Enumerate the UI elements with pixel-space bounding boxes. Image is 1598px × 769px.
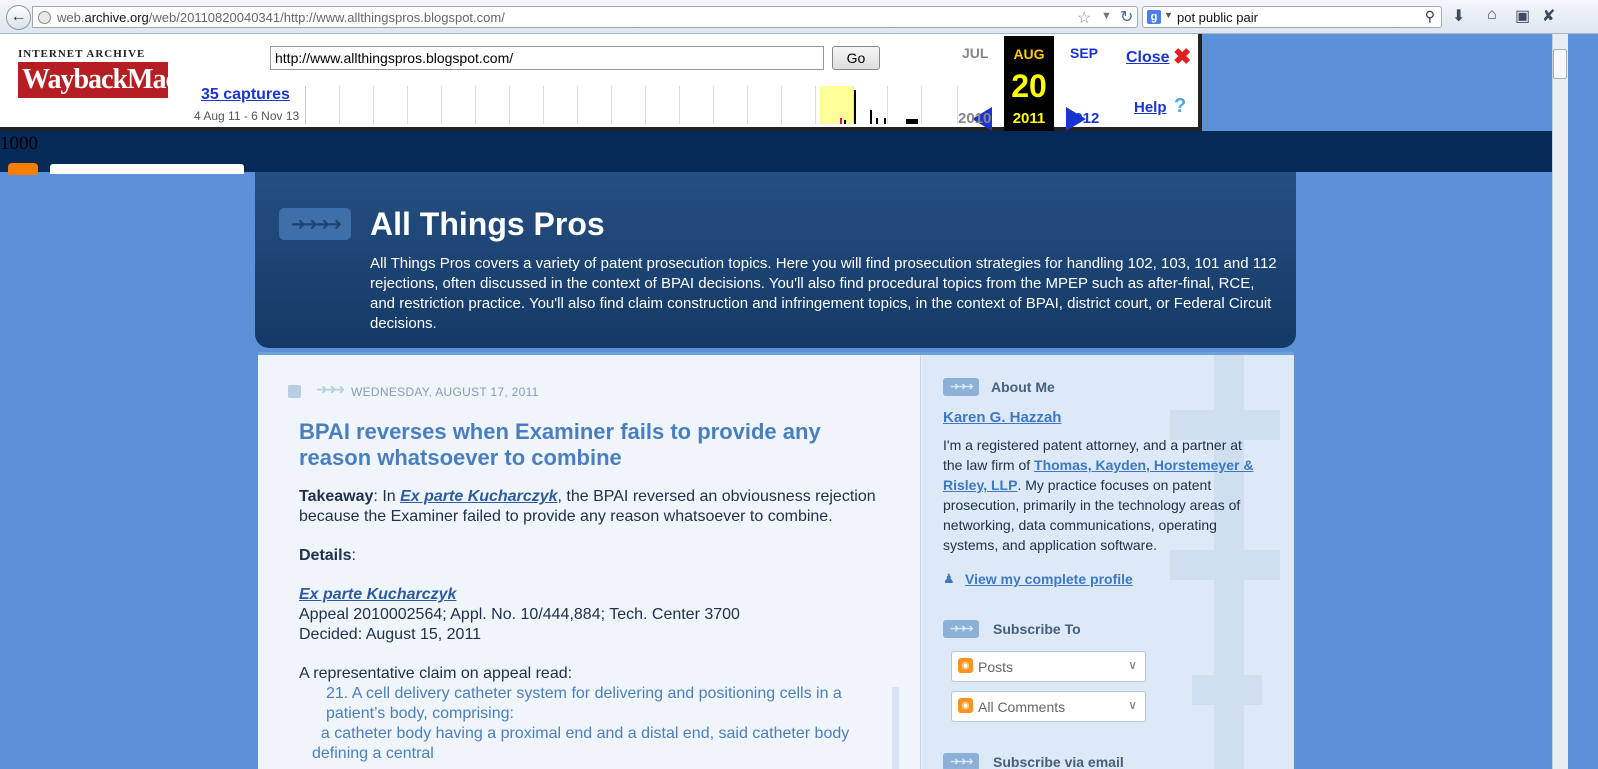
next-year[interactable]: 2012 bbox=[1066, 110, 1099, 127]
person-icon: ♟ bbox=[943, 571, 955, 586]
appeal-line: Appeal 2010002564; Appl. No. 10/444,884;… bbox=[299, 606, 740, 623]
post-body: Takeaway: In Ex parte Kucharczyk, the BP… bbox=[299, 487, 899, 764]
wayback-logo[interactable]: INTERNET ARCHIVE WaybackMachine bbox=[18, 48, 225, 112]
wayback-url-input[interactable]: http://www.allthingspros.blogspot.com/ bbox=[270, 46, 824, 70]
search-bar[interactable]: g ▼ pot public pair ⚲ bbox=[1142, 6, 1442, 28]
blog-description: All Things Pros covers a variety of pate… bbox=[370, 255, 1277, 332]
rss-icon: ◉ bbox=[958, 658, 973, 673]
history-dropdown-icon[interactable]: ▼ bbox=[1101, 10, 1112, 22]
globe-icon bbox=[38, 11, 51, 24]
claim-intro: A representative claim on appeal read: bbox=[299, 665, 573, 682]
case-citation: Ex parte Kucharczyk bbox=[299, 585, 899, 605]
search-engine-icon[interactable]: g bbox=[1147, 10, 1161, 24]
main-column: ➜➜➜ WEDNESDAY, AUGUST 17, 2011 BPAI reve… bbox=[258, 355, 921, 769]
date-arrow-icon: ➜➜➜ bbox=[316, 381, 345, 397]
prev-year[interactable]: 2010 bbox=[958, 110, 991, 127]
download-icon[interactable]: ⬇ bbox=[1452, 6, 1465, 26]
next-month[interactable]: SEP bbox=[1070, 45, 1098, 61]
capture-sparkline[interactable] bbox=[305, 86, 958, 124]
screenshot-icon[interactable]: ▣ bbox=[1515, 6, 1530, 26]
chevron-down-icon: ∨ bbox=[1128, 698, 1137, 712]
help-link[interactable]: Help bbox=[1134, 99, 1167, 116]
chevron-down-icon: ∨ bbox=[1128, 658, 1137, 672]
help-icon[interactable]: ? bbox=[1174, 95, 1186, 118]
close-icon[interactable]: ✖ bbox=[1173, 44, 1191, 70]
code-scrollbar[interactable] bbox=[892, 687, 899, 769]
subscribe-posts-dropdown[interactable]: ◉ Posts ∨ bbox=[951, 651, 1146, 682]
current-capture-date: AUG 20 2011 bbox=[1004, 36, 1054, 131]
subscribe-comments-dropdown[interactable]: ◉ All Comments ∨ bbox=[951, 691, 1146, 722]
search-icon[interactable]: ⚲ bbox=[1425, 8, 1435, 25]
blogger-icon[interactable] bbox=[8, 163, 38, 175]
prev-month[interactable]: JUL bbox=[962, 45, 988, 61]
addon-icon[interactable]: ✘ bbox=[1542, 6, 1555, 26]
subscribe-heading: Subscribe To bbox=[993, 621, 1081, 637]
captures-link[interactable]: 35 captures bbox=[201, 86, 290, 104]
takeaway-paragraph: Takeaway: In Ex parte Kucharczyk, the BP… bbox=[299, 488, 876, 525]
scrollbar-thumb[interactable] bbox=[1553, 49, 1567, 79]
decided-line: Decided: August 15, 2011 bbox=[299, 626, 482, 643]
case-link[interactable]: Ex parte Kucharczyk bbox=[400, 488, 557, 505]
profile-bio: I'm a registered patent attorney, and a … bbox=[943, 437, 1254, 553]
capture-range: 4 Aug 11 - 6 Nov 13 bbox=[194, 109, 300, 123]
home-icon[interactable]: ⌂ bbox=[1487, 6, 1497, 24]
post-title[interactable]: BPAI reverses when Examiner fails to pro… bbox=[299, 419, 859, 471]
date-square-icon bbox=[288, 385, 301, 398]
blog-header: ➜➜➜➜ All Things Pros All Things Pros cov… bbox=[255, 172, 1296, 348]
view-profile-link[interactable]: View my complete profile bbox=[965, 571, 1133, 587]
post-date: WEDNESDAY, AUGUST 17, 2011 bbox=[351, 385, 539, 399]
claim-text-1: 21. A cell delivery catheter system for … bbox=[326, 685, 842, 722]
search-input[interactable]: pot public pair bbox=[1177, 10, 1258, 25]
subscribe-email-heading: Subscribe via email bbox=[993, 754, 1124, 769]
about-heading: About Me bbox=[991, 379, 1055, 395]
blog-title[interactable]: All Things Pros bbox=[370, 206, 605, 243]
browser-toolbar: ← web.archive.org/web/20110820040341/htt… bbox=[0, 0, 1598, 34]
address-bar[interactable]: web.archive.org/web/20110820040341/http:… bbox=[32, 6, 1138, 28]
go-button[interactable]: Go bbox=[832, 46, 880, 70]
navbar-search-input[interactable] bbox=[50, 164, 244, 174]
subscribe-arrow-icon: ➜➜➜ bbox=[943, 620, 979, 638]
profile-name-link[interactable]: Karen G. Hazzah bbox=[943, 409, 1061, 426]
engine-dropdown-icon[interactable]: ▼ bbox=[1164, 10, 1173, 20]
close-link[interactable]: Close bbox=[1126, 49, 1170, 67]
back-button[interactable]: ← bbox=[6, 5, 31, 30]
blog-content: ➜➜➜ WEDNESDAY, AUGUST 17, 2011 BPAI reve… bbox=[258, 352, 1294, 769]
details-heading: Details: bbox=[299, 547, 356, 564]
about-arrow-icon: ➜➜➜ bbox=[943, 378, 979, 396]
page-scrollbar[interactable] bbox=[1552, 34, 1568, 769]
header-arrow-icon: ➜➜➜➜ bbox=[279, 208, 351, 240]
sidebar: ➜➜➜ About Me Karen G. Hazzah I'm a regis… bbox=[922, 355, 1294, 769]
claim-text-2: a catheter body having a proximal end an… bbox=[312, 725, 850, 762]
address-text[interactable]: web.archive.org/web/20110820040341/http:… bbox=[57, 10, 505, 25]
bookmark-star-icon[interactable]: ☆ bbox=[1077, 8, 1091, 28]
stray-text: 1000 bbox=[0, 133, 38, 154]
rss-icon: ◉ bbox=[958, 698, 973, 713]
email-arrow-icon: ➜➜➜ bbox=[943, 753, 979, 769]
reload-icon[interactable]: ↻ bbox=[1120, 7, 1133, 27]
case-link-2[interactable]: Ex parte Kucharczyk bbox=[299, 586, 456, 603]
